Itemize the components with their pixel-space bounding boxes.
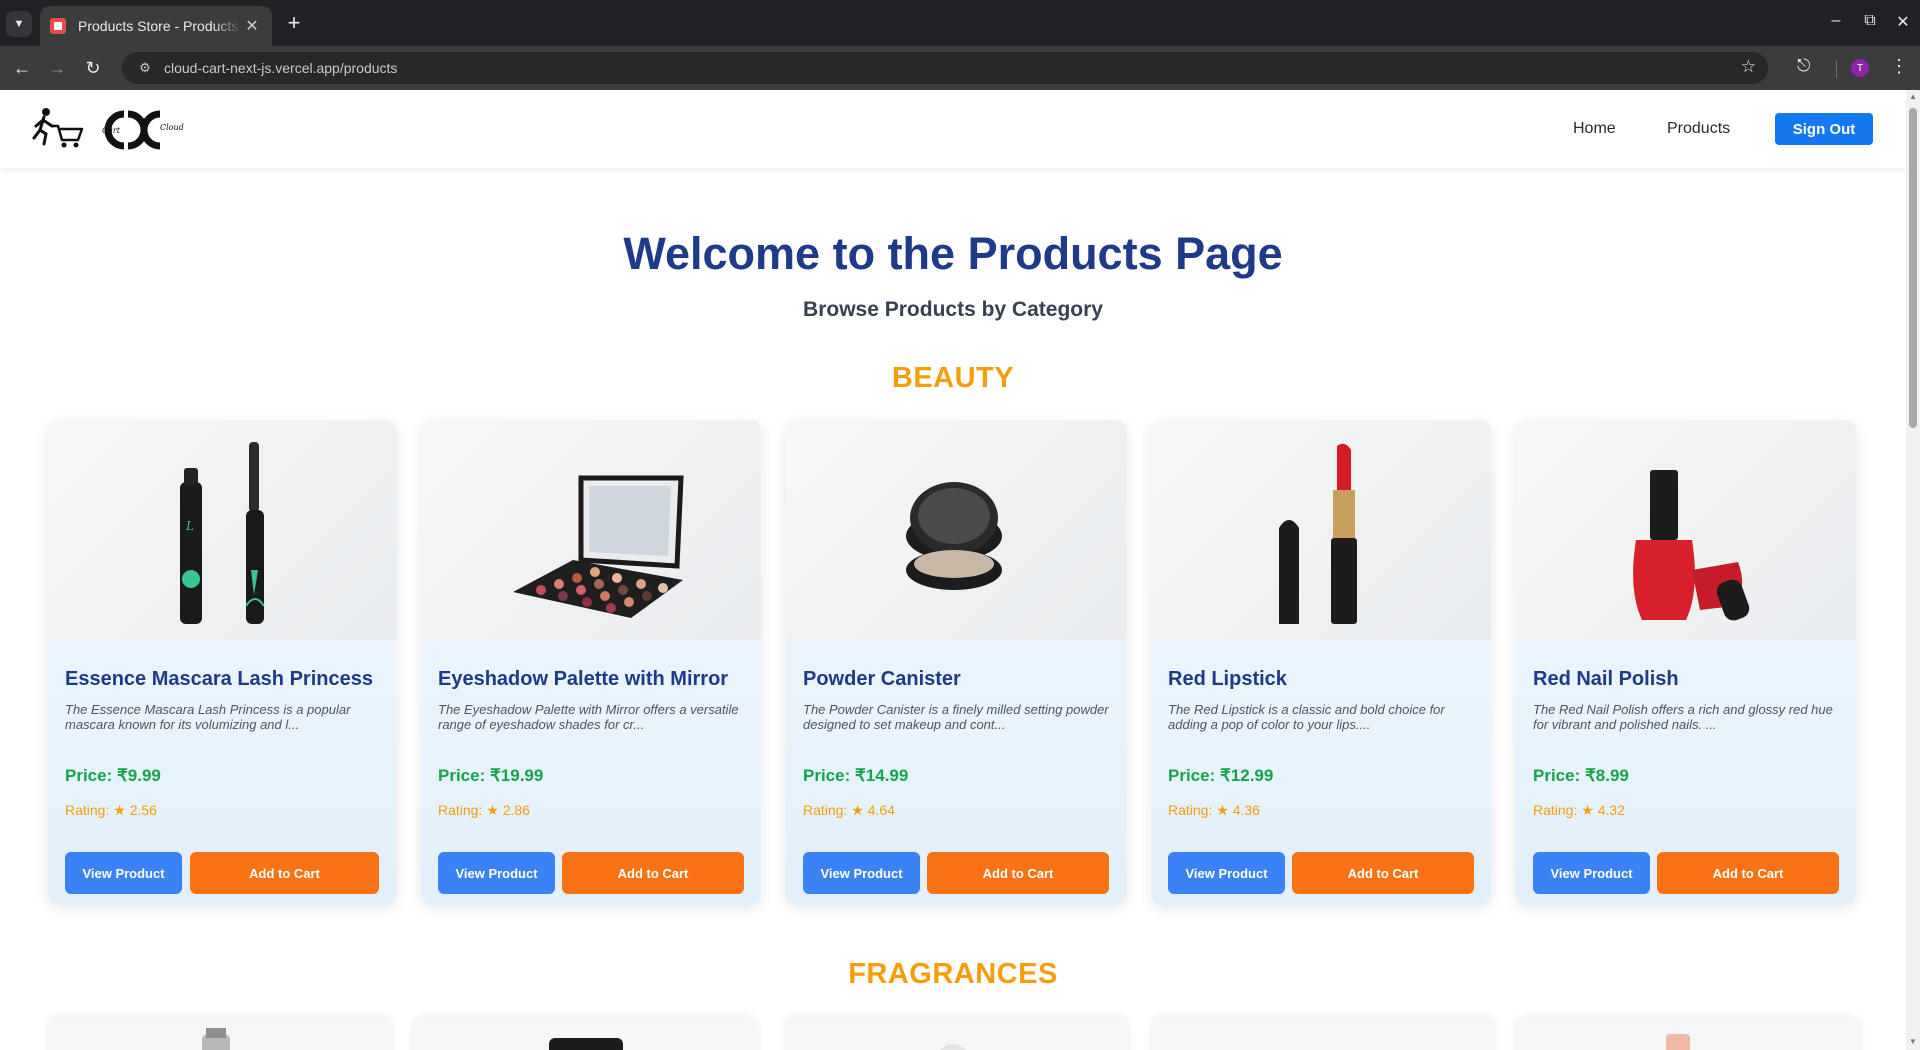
product-rating: Rating: ★ 4.32 bbox=[1533, 802, 1625, 818]
perfume-bottle-icon bbox=[549, 1038, 623, 1050]
new-tab-icon[interactable]: + bbox=[282, 10, 306, 35]
product-card-partial[interactable] bbox=[48, 1018, 392, 1050]
product-card-partial[interactable] bbox=[1151, 1018, 1495, 1050]
back-icon[interactable]: ← bbox=[10, 56, 34, 80]
perfume-bottle-icon bbox=[1666, 1034, 1690, 1050]
product-price: Price: ₹9.99 bbox=[65, 766, 161, 785]
reload-icon[interactable]: ↻ bbox=[81, 56, 105, 80]
product-title[interactable]: Eyeshadow Palette with Mirror bbox=[438, 668, 728, 691]
minimize-icon[interactable]: – bbox=[1823, 12, 1849, 30]
product-card: Red Lipstick The Red Lipstick is a class… bbox=[1151, 420, 1491, 904]
product-image[interactable] bbox=[786, 420, 1126, 640]
scroll-down-icon[interactable]: ▼ bbox=[1909, 1038, 1917, 1046]
product-price: Price: ₹12.99 bbox=[1168, 766, 1274, 785]
view-product-button[interactable]: View Product bbox=[1533, 852, 1650, 894]
product-image[interactable]: L bbox=[48, 420, 396, 640]
add-to-cart-button[interactable]: Add to Cart bbox=[562, 852, 744, 894]
product-card: Red Nail Polish The Red Nail Polish offe… bbox=[1516, 420, 1856, 904]
product-card-partial[interactable] bbox=[785, 1018, 1129, 1050]
extensions-icon[interactable]: ⎋ bbox=[1797, 56, 1810, 76]
product-card: Powder Canister The Powder Canister is a… bbox=[786, 420, 1126, 904]
nav-products-link[interactable]: Products bbox=[1667, 120, 1730, 138]
view-product-button[interactable]: View Product bbox=[438, 852, 555, 894]
product-price: Price: ₹19.99 bbox=[438, 766, 544, 785]
forward-icon[interactable]: → bbox=[45, 56, 69, 80]
product-rating: Rating: ★ 4.64 bbox=[803, 802, 895, 818]
product-card-partial[interactable] bbox=[1516, 1018, 1860, 1050]
view-product-button[interactable]: View Product bbox=[65, 852, 182, 894]
product-image[interactable] bbox=[1516, 420, 1856, 640]
window-close-icon[interactable]: ✕ bbox=[1890, 12, 1916, 32]
svg-text:L: L bbox=[185, 519, 194, 533]
product-image[interactable] bbox=[421, 420, 761, 640]
sign-out-button[interactable]: Sign Out bbox=[1775, 113, 1873, 145]
bookmark-star-icon[interactable]: ☆ bbox=[1741, 57, 1756, 77]
tab-title: Products Store - Products bbox=[78, 18, 239, 34]
site-header: Cart Cloud Home Products Sign Out bbox=[0, 90, 1906, 168]
eyeshadow-palette-icon bbox=[513, 475, 684, 618]
tab-search-chevron-icon[interactable]: ▼ bbox=[6, 11, 32, 37]
product-title[interactable]: Essence Mascara Lash Princess bbox=[65, 668, 373, 691]
nav-home-link[interactable]: Home bbox=[1573, 120, 1616, 138]
product-rating: Rating: ★ 4.36 bbox=[1168, 802, 1260, 818]
close-icon[interactable]: ✕ bbox=[242, 16, 262, 36]
page-title: Welcome to the Products Page bbox=[623, 228, 1283, 279]
product-description: The Essence Mascara Lash Princess is a p… bbox=[65, 702, 351, 732]
scrollbar-thumb[interactable] bbox=[1909, 108, 1917, 428]
page-viewport: Cart Cloud Home Products Sign Out Welcom… bbox=[0, 90, 1906, 1050]
add-to-cart-button[interactable]: Add to Cart bbox=[1292, 852, 1474, 894]
url-text[interactable]: cloud-cart-next-js.vercel.app/products bbox=[164, 60, 397, 76]
tab-favicon-icon bbox=[50, 18, 66, 34]
product-description: The Red Lipstick is a classic and bold c… bbox=[1168, 702, 1445, 732]
toolbar-divider bbox=[1836, 60, 1837, 78]
mascara-icon: L bbox=[180, 442, 265, 624]
product-title[interactable]: Red Lipstick bbox=[1168, 668, 1287, 691]
add-to-cart-button[interactable]: Add to Cart bbox=[190, 852, 379, 894]
perfume-bottle-icon bbox=[202, 1028, 230, 1050]
product-title[interactable]: Powder Canister bbox=[803, 668, 961, 691]
category-heading-fragrances: FRAGRANCES bbox=[848, 958, 1058, 990]
product-description: The Powder Canister is a finely milled s… bbox=[803, 702, 1109, 732]
restore-icon[interactable]: ⧉ bbox=[1857, 12, 1883, 30]
nail-polish-icon bbox=[1633, 470, 1750, 621]
page-subtitle: Browse Products by Category bbox=[803, 298, 1103, 321]
view-product-button[interactable]: View Product bbox=[803, 852, 920, 894]
lipstick-icon bbox=[1279, 443, 1357, 624]
logo-text-cart: Cart bbox=[102, 126, 121, 135]
browser-toolbar: ← → ↻ ⚙ cloud-cart-next-js.vercel.app/pr… bbox=[0, 46, 1920, 90]
add-to-cart-button[interactable]: Add to Cart bbox=[1657, 852, 1839, 894]
logo-text-cloud: Cloud bbox=[160, 123, 184, 132]
product-price: Price: ₹14.99 bbox=[803, 766, 909, 785]
site-logo[interactable]: Cart Cloud bbox=[32, 104, 192, 159]
add-to-cart-button[interactable]: Add to Cart bbox=[927, 852, 1109, 894]
product-description: The Eyeshadow Palette with Mirror offers… bbox=[438, 702, 739, 732]
product-card-partial[interactable] bbox=[413, 1018, 757, 1050]
view-product-button[interactable]: View Product bbox=[1168, 852, 1285, 894]
product-card: L Essence Mascara Lash Princess The Esse… bbox=[48, 420, 396, 904]
perfume-bottle-icon bbox=[940, 1044, 966, 1050]
browser-tab-strip: ▼ Products Store - Products ✕ + – ⧉ ✕ bbox=[0, 0, 1920, 46]
product-price: Price: ₹8.99 bbox=[1533, 766, 1629, 785]
scroll-up-icon[interactable]: ▲ bbox=[1909, 93, 1917, 101]
profile-avatar[interactable]: T bbox=[1851, 59, 1869, 77]
page-scrollbar[interactable]: ▲ ▼ bbox=[1906, 90, 1920, 1050]
site-info-icon[interactable]: ⚙ bbox=[130, 60, 160, 76]
menu-kebab-icon[interactable]: ⋮ bbox=[1890, 56, 1908, 77]
product-card: Eyeshadow Palette with Mirror The Eyesha… bbox=[421, 420, 761, 904]
product-description: The Red Nail Polish offers a rich and gl… bbox=[1533, 702, 1833, 732]
product-rating: Rating: ★ 2.56 bbox=[65, 802, 157, 818]
product-image[interactable] bbox=[1151, 420, 1491, 640]
product-title[interactable]: Red Nail Polish bbox=[1533, 668, 1679, 691]
product-rating: Rating: ★ 2.86 bbox=[438, 802, 530, 818]
address-bar[interactable]: ⚙ cloud-cart-next-js.vercel.app/products… bbox=[122, 52, 1768, 84]
category-heading-beauty: BEAUTY bbox=[891, 362, 1015, 394]
powder-canister-icon bbox=[906, 482, 1002, 590]
browser-tab[interactable]: Products Store - Products ✕ bbox=[40, 6, 272, 46]
